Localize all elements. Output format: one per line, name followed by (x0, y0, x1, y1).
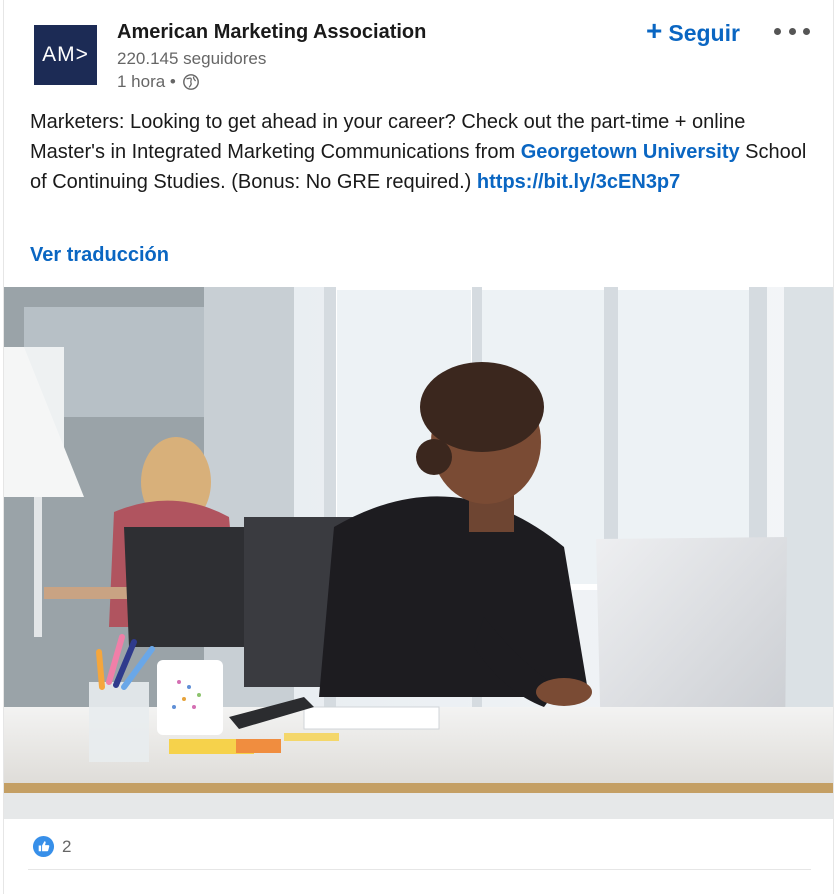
url-link[interactable]: https://bit.ly/3cEN3p7 (477, 171, 680, 193)
org-link[interactable]: Georgetown University (521, 141, 740, 163)
reaction-count[interactable]: 2 (62, 837, 71, 857)
org-name[interactable]: American Marketing Association (117, 21, 426, 44)
post-time: 1 hora • (117, 72, 176, 91)
like-icon[interactable] (32, 835, 55, 858)
divider (28, 869, 811, 870)
post-meta: 1 hora • (117, 72, 200, 92)
follower-count: 220.145 seguidores (117, 49, 267, 68)
post-body: Marketers: Looking to get ahead in your … (30, 107, 810, 197)
office-photo (4, 287, 833, 819)
company-logo[interactable]: AM> (34, 25, 97, 85)
globe-icon (182, 74, 199, 90)
more-icon[interactable] (774, 18, 810, 44)
post-card: AM> American Marketing Association 220.1… (3, 0, 834, 894)
plus-icon: + (646, 15, 663, 46)
follow-label: Seguir (668, 19, 740, 46)
follow-button[interactable]: + Seguir (646, 16, 740, 50)
post-header: AM> American Marketing Association 220.1… (4, 0, 833, 100)
logo-text: AM> (42, 43, 89, 66)
post-image[interactable] (4, 287, 833, 819)
translate-link[interactable]: Ver traducción (30, 244, 169, 267)
